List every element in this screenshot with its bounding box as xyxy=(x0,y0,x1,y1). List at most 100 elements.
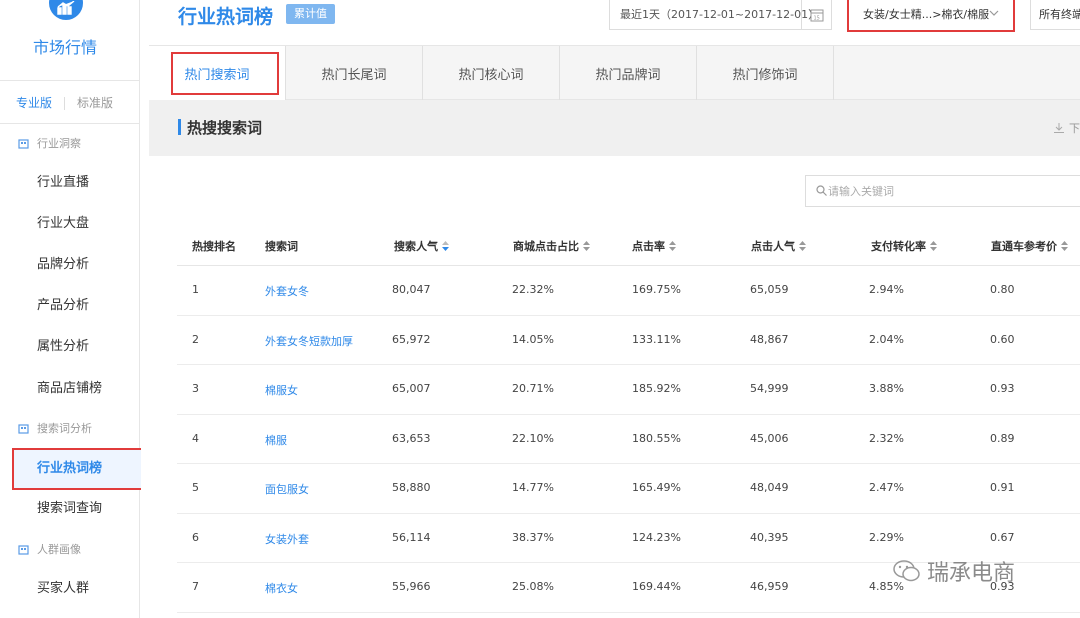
cell-search-popularity: 65,972 xyxy=(392,332,431,346)
version-std-tab[interactable]: 标准版 xyxy=(77,94,113,111)
watermark-text: 瑞承电商 xyxy=(927,561,1016,586)
cumulative-badge: 累计值 xyxy=(286,4,335,24)
cell-ad-price: 0.91 xyxy=(990,481,1015,494)
cell-click-rate: 169.75% xyxy=(632,283,681,296)
cell-ad-price: 0.80 xyxy=(990,283,1015,296)
calendar-icon[interactable]: 15 xyxy=(801,0,831,30)
section-accent-bar xyxy=(178,119,181,135)
building-icon xyxy=(18,138,29,149)
terminal-selector[interactable]: 所有终端 xyxy=(1030,0,1080,30)
sidebar-item-attribute-analysis[interactable]: 属性分析 xyxy=(37,337,89,357)
cell-keyword[interactable]: 外套女冬短款加厚 xyxy=(265,333,353,349)
cell-rank: 2 xyxy=(192,332,199,346)
chevron-down-icon xyxy=(989,10,999,16)
divider xyxy=(0,123,140,124)
sidebar: 市场行情 专业版 标准版 行业洞察 行业直播 行业大盘 品牌分析 产品分析 属性… xyxy=(0,0,145,618)
cell-rank: 3 xyxy=(192,382,199,395)
download-button[interactable]: 下 xyxy=(1054,120,1080,136)
sidebar-item-product-analysis[interactable]: 产品分析 xyxy=(37,296,89,316)
sidebar-item-brand-analysis[interactable]: 品牌分析 xyxy=(37,255,89,275)
cell-mall-click-ratio: 22.32% xyxy=(512,283,554,296)
section-label: 搜索词分析 xyxy=(37,422,92,435)
sort-icon[interactable] xyxy=(583,241,590,251)
cell-keyword[interactable]: 面包服女 xyxy=(265,481,309,497)
cell-search-popularity: 56,114 xyxy=(392,530,431,544)
cell-keyword[interactable]: 女装外套 xyxy=(265,531,309,547)
table-row: 4 棉服 63,653 22.10% 180.55% 45,006 2.32% 0.89 xyxy=(177,415,1080,464)
cell-ad-price: 0.93 xyxy=(990,382,1015,395)
cell-search-popularity: 55,966 xyxy=(392,580,431,593)
sidebar-section-search[interactable]: 搜索词分析 xyxy=(18,420,92,436)
wechat-icon xyxy=(893,560,920,582)
divider xyxy=(64,97,65,110)
col-ad-price[interactable]: 直通车参考价 xyxy=(991,238,1068,254)
keyword-search[interactable] xyxy=(805,175,1080,207)
section-label: 人群画像 xyxy=(37,543,81,556)
table-row: 2 外套女冬短款加厚 65,972 14.05% 133.11% 48,867 2.04% 0… xyxy=(177,316,1080,365)
tab-core-words[interactable]: 热门核心词 xyxy=(423,46,560,100)
cell-ad-price: 0.67 xyxy=(990,530,1015,544)
cell-click-rate: 124.23% xyxy=(632,530,681,544)
download-icon xyxy=(1054,123,1064,133)
cell-conversion-rate: 2.32% xyxy=(869,431,904,445)
cell-conversion-rate: 2.04% xyxy=(869,332,904,346)
tab-bar: 热门搜索词 热门长尾词 热门核心词 热门品牌词 热门修饰词 xyxy=(149,45,1080,101)
category-selector[interactable]: 女装/女士精...>棉衣/棉服 xyxy=(847,0,1015,32)
cell-ad-price: 0.89 xyxy=(990,431,1015,445)
building-icon xyxy=(18,423,29,434)
cell-search-popularity: 63,653 xyxy=(392,431,431,445)
cell-click-popularity: 46,959 xyxy=(750,580,789,593)
brand-title: 市场行情 xyxy=(32,38,97,57)
category-text: 女装/女士精...>棉衣/棉服 xyxy=(863,8,990,21)
sidebar-item-shop-ranking[interactable]: 商品店铺榜 xyxy=(37,379,102,399)
sidebar-item-industry-overview[interactable]: 行业大盘 xyxy=(37,214,89,234)
sort-icon[interactable] xyxy=(799,241,806,251)
sidebar-item-industry-live[interactable]: 行业直播 xyxy=(37,173,89,193)
cell-conversion-rate: 2.47% xyxy=(869,481,904,494)
version-pro-tab[interactable]: 专业版 xyxy=(16,94,52,111)
sort-icon[interactable] xyxy=(442,241,449,251)
divider xyxy=(0,80,140,81)
search-icon xyxy=(816,185,827,196)
col-search-popularity[interactable]: 搜索人气 xyxy=(394,238,449,254)
cell-rank: 4 xyxy=(192,431,199,445)
col-click-rate[interactable]: 点击率 xyxy=(632,238,676,254)
sort-icon[interactable] xyxy=(669,241,676,251)
cell-click-rate: 180.55% xyxy=(632,431,681,445)
sidebar-section-insight[interactable]: 行业洞察 xyxy=(18,135,81,151)
col-conversion-rate[interactable]: 支付转化率 xyxy=(871,238,937,254)
cell-mall-click-ratio: 38.37% xyxy=(512,530,554,544)
col-rank: 热搜排名 xyxy=(192,240,236,253)
col-keyword: 搜索词 xyxy=(265,240,298,253)
tab-modifier-words[interactable]: 热门修饰词 xyxy=(697,46,834,100)
cell-keyword[interactable]: 棉服女 xyxy=(265,382,298,398)
col-click-popularity[interactable]: 点击人气 xyxy=(751,238,806,254)
market-logo-icon xyxy=(49,0,83,20)
cell-click-rate: 165.49% xyxy=(632,481,681,494)
cell-conversion-rate: 2.94% xyxy=(869,283,904,296)
cell-keyword[interactable]: 外套女冬 xyxy=(265,283,309,299)
date-range-picker[interactable]: 最近1天（2017-12-01~2017-12-01） 15 xyxy=(609,0,832,30)
sidebar-section-audience[interactable]: 人群画像 xyxy=(18,541,81,557)
cell-rank: 6 xyxy=(192,530,199,544)
cell-keyword[interactable]: 棉衣女 xyxy=(265,580,298,596)
section-label: 行业洞察 xyxy=(37,137,81,150)
tab-brand-words[interactable]: 热门品牌词 xyxy=(560,46,697,100)
search-input[interactable] xyxy=(828,176,1078,206)
cell-click-popularity: 45,006 xyxy=(750,431,789,445)
sort-icon[interactable] xyxy=(930,241,937,251)
sidebar-item-hot-words[interactable]: 行业热词榜 xyxy=(37,459,102,479)
cell-keyword[interactable]: 棉服 xyxy=(265,432,287,448)
building-icon xyxy=(18,544,29,555)
sort-icon[interactable] xyxy=(1061,241,1068,251)
cell-mall-click-ratio: 25.08% xyxy=(512,580,554,593)
cell-click-popularity: 54,999 xyxy=(750,382,789,395)
sidebar-item-search-query[interactable]: 搜索词查询 xyxy=(37,499,102,519)
sidebar-item-buyer-audience[interactable]: 买家人群 xyxy=(37,579,89,599)
col-mall-click-ratio[interactable]: 商城点击占比 xyxy=(513,238,590,254)
cell-search-popularity: 58,880 xyxy=(392,481,431,494)
tab-long-tail[interactable]: 热门长尾词 xyxy=(286,46,423,100)
main-content: 行业热词榜 累计值 最近1天（2017-12-01~2017-12-01） 15… xyxy=(141,0,1080,618)
tab-hot-search[interactable]: 热门搜索词 xyxy=(149,46,286,101)
table-header: 热搜排名 搜索词 搜索人气 商城点击占比 点击率 点击人气 支付转化率 直通车参… xyxy=(177,224,1080,266)
